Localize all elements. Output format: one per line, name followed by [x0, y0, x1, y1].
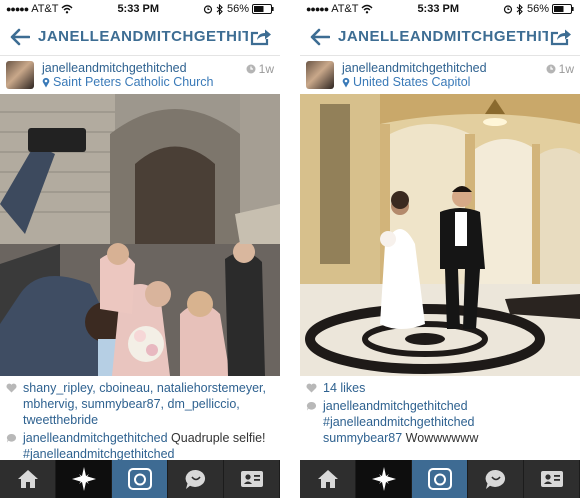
- signal-dots-icon: ●●●●●: [306, 4, 329, 14]
- navigation-bar: JANELLEANDMITCHGETHITCHED: [300, 18, 580, 56]
- post-time-label: 1w: [558, 62, 574, 76]
- camera-icon: [127, 468, 152, 490]
- comment-hashtag[interactable]: #janelleandmitchgethitched: [23, 447, 175, 461]
- left-phone-screen: ●●●●● AT&T 5:33 PM 56% JANELLEANDMITCHGE…: [0, 0, 280, 498]
- comment-bubble-icon: [306, 401, 317, 411]
- signal-dots-icon: ●●●●●: [6, 4, 29, 14]
- post-time-label: 1w: [258, 62, 274, 76]
- wifi-icon: [361, 4, 373, 14]
- comment-bubble-icon: [6, 433, 17, 443]
- profile-card-icon: [240, 471, 263, 487]
- share-icon: [550, 29, 571, 45]
- heart-icon: [306, 383, 317, 393]
- tab-explore[interactable]: [356, 460, 412, 498]
- tab-profile[interactable]: [224, 460, 280, 498]
- carrier-label: AT&T: [331, 3, 359, 15]
- location-pin-icon: [42, 77, 50, 87]
- tab-home[interactable]: [0, 460, 56, 498]
- heart-icon: [6, 383, 17, 393]
- post-timestamp: 1w: [546, 56, 574, 76]
- comment-row: janelleandmitchgethitched Quadruple self…: [6, 430, 274, 462]
- post-timestamp: 1w: [246, 56, 274, 76]
- tab-home[interactable]: [300, 460, 356, 498]
- post-footer: shany_ripley, cboineau, nataliehorstemey…: [0, 376, 280, 462]
- carrier-label: AT&T: [31, 3, 59, 15]
- alarm-icon: [503, 5, 513, 14]
- explore-star-icon: [71, 467, 96, 491]
- tab-news[interactable]: [468, 460, 524, 498]
- location-label: United States Capitol: [353, 75, 471, 89]
- tab-camera[interactable]: [412, 460, 468, 498]
- right-phone-screen: ●●●●● AT&T 5:33 PM 56% JANELLEANDMITCHGE…: [300, 0, 580, 498]
- navigation-bar: JANELLEANDMITCHGETHITCHED: [0, 18, 280, 56]
- avatar[interactable]: [306, 61, 334, 89]
- comment-row: janelleandmitchgethitched #janelleandmit…: [306, 398, 574, 446]
- status-bar: ●●●●● AT&T 5:33 PM 56%: [300, 0, 580, 18]
- bluetooth-icon: [216, 3, 223, 15]
- comment2-text: Wowwwwww: [402, 431, 479, 445]
- battery-icon: [252, 4, 274, 14]
- back-button[interactable]: [308, 25, 332, 49]
- bluetooth-icon: [516, 3, 523, 15]
- battery-percent: 56%: [526, 3, 549, 15]
- share-button[interactable]: [548, 25, 574, 49]
- clock-icon: [546, 64, 556, 74]
- tab-news[interactable]: [168, 460, 224, 498]
- clock: 5:33 PM: [117, 3, 160, 15]
- comment-username[interactable]: janelleandmitchgethitched: [323, 399, 468, 413]
- battery-icon: [552, 4, 574, 14]
- news-bubble-icon: [485, 469, 505, 489]
- comment2-username[interactable]: summybear87: [323, 431, 402, 445]
- home-icon: [17, 470, 38, 488]
- post-location[interactable]: Saint Peters Catholic Church: [42, 75, 246, 89]
- tab-bar: [0, 460, 280, 498]
- clock-icon: [246, 64, 256, 74]
- post-location[interactable]: United States Capitol: [342, 75, 546, 89]
- location-label: Saint Peters Catholic Church: [53, 75, 214, 89]
- battery-percent: 56%: [226, 3, 249, 15]
- clock: 5:33 PM: [417, 3, 460, 15]
- profile-card-icon: [540, 471, 563, 487]
- post-username[interactable]: janelleandmitchgethitched: [42, 61, 246, 75]
- likes-list[interactable]: shany_ripley, cboineau, nataliehorstemey…: [23, 380, 274, 428]
- tab-profile[interactable]: [524, 460, 580, 498]
- comment-username[interactable]: janelleandmitchgethitched: [23, 431, 168, 445]
- alarm-icon: [203, 5, 213, 14]
- tab-explore[interactable]: [56, 460, 112, 498]
- camera-icon: [427, 468, 452, 490]
- location-pin-icon: [342, 77, 350, 87]
- arrow-left-icon: [10, 28, 30, 45]
- post-footer: 14 likes janelleandmitchgethitched #jane…: [300, 376, 580, 446]
- comment-text: Quadruple selfie!: [167, 431, 266, 445]
- capitol-hallway-photo: [300, 94, 580, 376]
- share-button[interactable]: [248, 25, 274, 49]
- church-selfie-photo: [0, 94, 280, 376]
- tab-camera[interactable]: [112, 460, 168, 498]
- post-photo[interactable]: [300, 94, 580, 376]
- likes-count[interactable]: 14 likes: [323, 380, 365, 396]
- share-icon: [250, 29, 271, 45]
- avatar[interactable]: [6, 61, 34, 89]
- page-title: JANELLEANDMITCHGETHITCHED: [338, 28, 548, 45]
- tab-bar: [300, 460, 580, 498]
- post-photo[interactable]: [0, 94, 280, 376]
- home-icon: [317, 470, 338, 488]
- arrow-left-icon: [310, 28, 330, 45]
- post-header: janelleandmitchgethitched United States …: [300, 56, 580, 94]
- news-bubble-icon: [185, 469, 205, 489]
- explore-star-icon: [371, 467, 396, 491]
- likes-row: shany_ripley, cboineau, nataliehorstemey…: [6, 380, 274, 428]
- wifi-icon: [61, 4, 73, 14]
- status-bar: ●●●●● AT&T 5:33 PM 56%: [0, 0, 280, 18]
- comment-hashtag[interactable]: #janelleandmitchgethitched: [323, 415, 475, 429]
- post-header: janelleandmitchgethitched Saint Peters C…: [0, 56, 280, 94]
- page-title: JANELLEANDMITCHGETHITCHED: [38, 28, 248, 45]
- post-username[interactable]: janelleandmitchgethitched: [342, 61, 546, 75]
- likes-row: 14 likes: [306, 380, 574, 396]
- back-button[interactable]: [8, 25, 32, 49]
